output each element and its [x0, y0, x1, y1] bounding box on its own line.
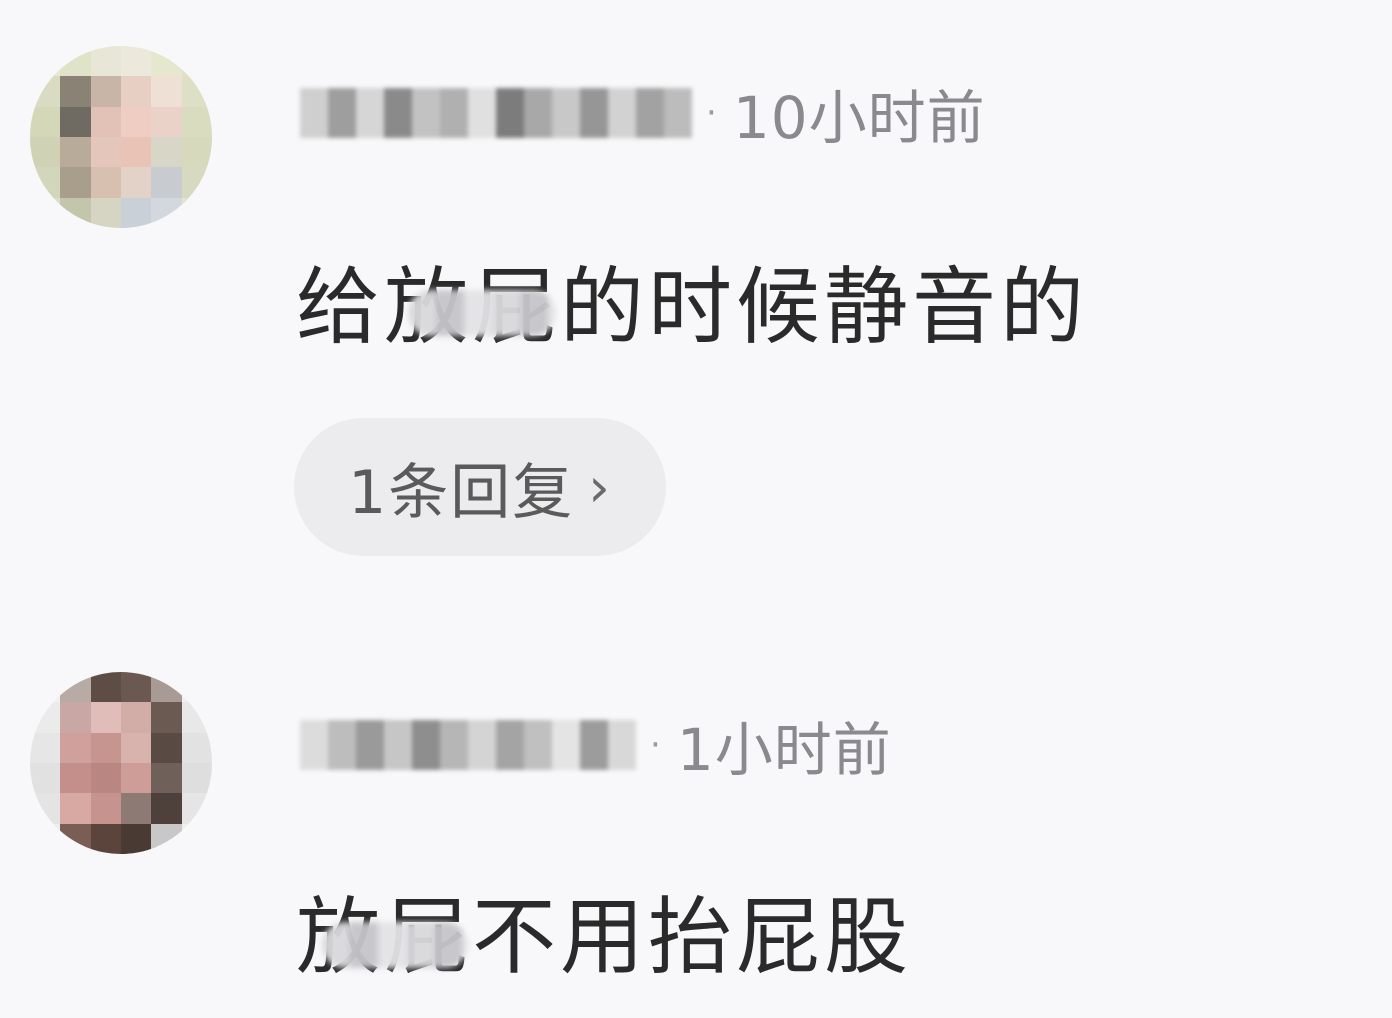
blurred-avatar-icon	[30, 672, 212, 854]
meta-separator: ·	[650, 725, 661, 765]
chevron-right-icon: ›	[588, 455, 612, 519]
blurred-avatar-icon	[30, 46, 212, 228]
avatar[interactable]	[30, 46, 212, 228]
comment-time: 10小时前	[732, 84, 986, 152]
replies-label: 1条回复	[348, 457, 575, 528]
censor-blur	[408, 290, 556, 336]
view-replies-button[interactable]: 1条回复 ›	[294, 418, 666, 556]
censor-blur	[322, 922, 468, 968]
comment-meta: · 10小时前	[300, 78, 986, 152]
comment-item: · 10小时前 给放屁的时候静音的 1条回复 ›	[0, 0, 1392, 600]
comment-time: 1小时前	[676, 716, 892, 784]
comment-item: · 1小时前 放屁不用抬屁股	[0, 640, 1392, 1018]
meta-separator: ·	[706, 93, 717, 133]
avatar[interactable]	[30, 672, 212, 854]
comment-meta: · 1小时前	[300, 710, 892, 784]
username-redacted[interactable]	[300, 85, 692, 141]
username-redacted[interactable]	[300, 717, 636, 773]
